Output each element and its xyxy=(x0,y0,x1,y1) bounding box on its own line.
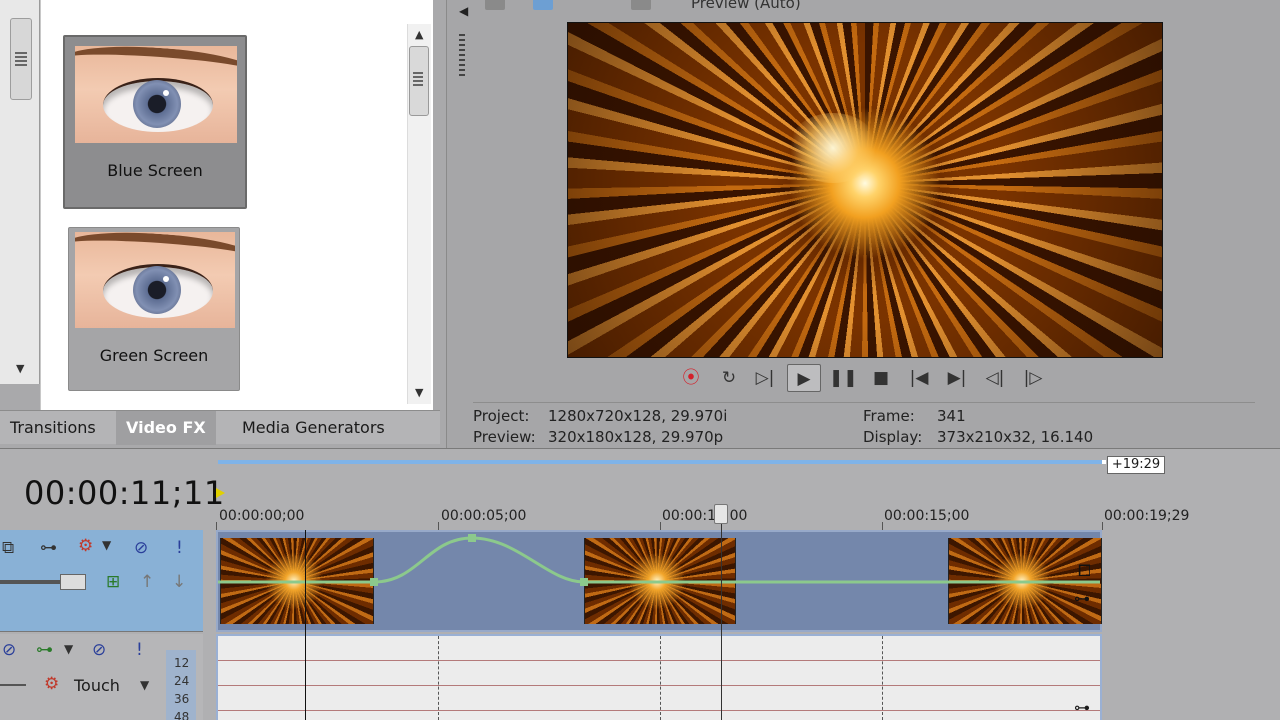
play-button[interactable]: ▶ xyxy=(787,364,821,392)
preset-thumbnail xyxy=(75,232,235,328)
display-value: 373x210x32, 16.140 xyxy=(937,428,1094,446)
preset-label: Green Screen xyxy=(99,346,209,365)
preview-quality-dropdown[interactable]: Preview (Auto) xyxy=(691,0,801,12)
event-fx-icon[interactable]: ⊶ xyxy=(1074,698,1090,717)
pause-button[interactable]: ❚❚ xyxy=(829,364,858,392)
opacity-slider-knob[interactable] xyxy=(60,574,86,590)
go-to-start-button[interactable]: |◀ xyxy=(905,364,933,392)
video-track-header: ⧉ ⊶ ⚙ ▼ ⊘ ! ⊞ ↑ ↓ xyxy=(0,530,203,632)
audio-level-meter: 12 24 36 48 xyxy=(166,650,196,720)
tab-transitions[interactable]: Transitions xyxy=(0,411,106,445)
loop-region-bar[interactable] xyxy=(218,460,1103,464)
chevron-down-icon[interactable]: ▼ xyxy=(140,678,149,692)
playhead-handle[interactable] xyxy=(714,504,728,524)
ruler-label: 00:00:19;29 xyxy=(1104,508,1190,524)
composite-mode-icon[interactable]: ⊞ xyxy=(106,572,120,592)
preset-thumbnail xyxy=(75,46,237,143)
audio-track[interactable]: ⊶ xyxy=(216,634,1102,720)
dock-grip-icon[interactable] xyxy=(459,34,465,78)
scroll-down-icon[interactable]: ▼ xyxy=(415,386,423,399)
tab-media-generators[interactable]: Media Generators xyxy=(232,411,395,445)
tab-video-fx[interactable]: Video FX xyxy=(116,411,216,445)
meter-label: 24 xyxy=(174,674,190,688)
track-fx-icon[interactable]: ⊶ xyxy=(36,640,53,660)
edit-cursor-line xyxy=(305,530,306,720)
next-frame-button[interactable]: |▷ xyxy=(1019,364,1047,392)
make-compositing-child-icon[interactable]: ↓ xyxy=(172,572,186,592)
scroll-up-icon[interactable]: ▲ xyxy=(415,28,423,41)
record-button[interactable]: ⦿ xyxy=(677,364,705,392)
presets-panel: Blue Screen Green Screen ▲ ▼ xyxy=(40,0,433,410)
track-motion-icon[interactable]: ⧉ xyxy=(2,538,14,558)
display-label: Display: xyxy=(863,428,923,446)
frame-value: 341 xyxy=(937,407,966,425)
mute-icon[interactable]: ⊘ xyxy=(134,538,148,558)
grip-icon xyxy=(15,52,27,66)
preset-green-screen[interactable]: Green Screen xyxy=(68,227,240,391)
presets-scrollbar[interactable]: ▲ ▼ xyxy=(407,24,431,404)
properties-icon[interactable] xyxy=(485,0,505,10)
track-fx-icon[interactable]: ⊶ xyxy=(40,538,57,558)
project-label: Project: xyxy=(473,407,530,425)
preview-properties: Project: 1280x720x128, 29.970i Preview: … xyxy=(473,402,1255,448)
preset-blue-screen[interactable]: Blue Screen xyxy=(63,35,247,209)
gear-icon[interactable]: ⚙ xyxy=(78,536,93,556)
ruler-label: 00:00:05;00 xyxy=(441,508,527,524)
video-track[interactable]: ⧠ ⊶ xyxy=(216,530,1102,632)
meter-label: 12 xyxy=(174,656,190,670)
chevron-down-icon[interactable]: ▼ xyxy=(64,642,73,656)
envelope-point[interactable] xyxy=(370,578,378,586)
go-to-end-button[interactable]: ▶| xyxy=(943,364,971,392)
volume-slider[interactable] xyxy=(0,684,26,686)
ruler-label: 00:00:00;00 xyxy=(219,508,305,524)
preview-value: 320x180x128, 29.970p xyxy=(548,428,724,446)
envelope-point[interactable] xyxy=(580,578,588,586)
playhead-line xyxy=(721,506,722,720)
solo-icon[interactable]: ! xyxy=(136,640,143,660)
video-preview-panel: Preview (Auto) ◀ ⦿ ↻ ▷| ▶ ❚❚ ■ |◀ ▶| ◁| … xyxy=(446,0,1280,448)
external-monitor-icon[interactable] xyxy=(533,0,553,10)
frame-label: Frame: xyxy=(863,407,915,425)
grip-icon xyxy=(413,72,423,86)
preset-label: Blue Screen xyxy=(107,161,203,180)
preview-label: Preview: xyxy=(473,428,536,446)
loop-region-end-handle[interactable] xyxy=(1102,460,1106,464)
event-fx-icon[interactable]: ⊶ xyxy=(1074,589,1090,608)
ruler-label: 00:00:15;00 xyxy=(884,508,970,524)
meter-label: 48 xyxy=(174,710,190,720)
play-from-start-button[interactable]: ▷| xyxy=(751,364,779,392)
make-compositing-parent-icon[interactable]: ↑ xyxy=(140,572,154,592)
left-panel-scrollbar[interactable]: ▼ xyxy=(0,0,40,384)
automation-mode[interactable]: Touch xyxy=(74,676,120,695)
chevron-down-icon[interactable]: ▼ xyxy=(102,538,111,552)
split-screen-icon[interactable] xyxy=(631,0,651,10)
meter-label: 36 xyxy=(174,692,190,706)
envelope-point[interactable] xyxy=(468,534,476,542)
loop-region-length: +19:29 xyxy=(1107,456,1165,474)
scroll-down-icon[interactable]: ▼ xyxy=(16,362,24,375)
preview-toolbar: Preview (Auto) xyxy=(447,0,1280,14)
previous-frame-button[interactable]: ◁| xyxy=(981,364,1009,392)
marker-flag-icon[interactable] xyxy=(216,488,225,498)
time-ruler[interactable]: 00:00:00;00 00:00:05;00 00:00:10;00 00:0… xyxy=(216,500,1280,530)
invert-phase-icon[interactable]: ⊘ xyxy=(2,640,16,660)
project-value: 1280x720x128, 29.970i xyxy=(548,407,728,425)
timecode-display[interactable]: 00:00:11;11 xyxy=(24,474,225,512)
collapse-arrow-icon[interactable]: ◀ xyxy=(459,4,468,18)
mute-icon[interactable]: ⊘ xyxy=(92,640,106,660)
ruler-label: 00:00:10;00 xyxy=(662,508,748,524)
transport-controls: ⦿ ↻ ▷| ▶ ❚❚ ■ |◀ ▶| ◁| |▷ xyxy=(673,362,1053,394)
panel-tab-bar: Transitions Video FX Media Generators xyxy=(0,410,440,445)
video-preview-frame xyxy=(567,22,1163,358)
loop-playback-button[interactable]: ↻ xyxy=(715,364,743,392)
vegas-editor-window: ▼ Blue Screen Green Screen ▲ ▼ Transitio… xyxy=(0,0,1280,720)
solo-icon[interactable]: ! xyxy=(176,538,183,558)
stop-button[interactable]: ■ xyxy=(867,364,895,392)
composite-envelope[interactable]: ⧠ ⊶ xyxy=(218,532,1100,630)
crop-icon[interactable]: ⧠ xyxy=(1078,561,1091,580)
automation-gear-icon[interactable]: ⚙ xyxy=(44,674,59,694)
